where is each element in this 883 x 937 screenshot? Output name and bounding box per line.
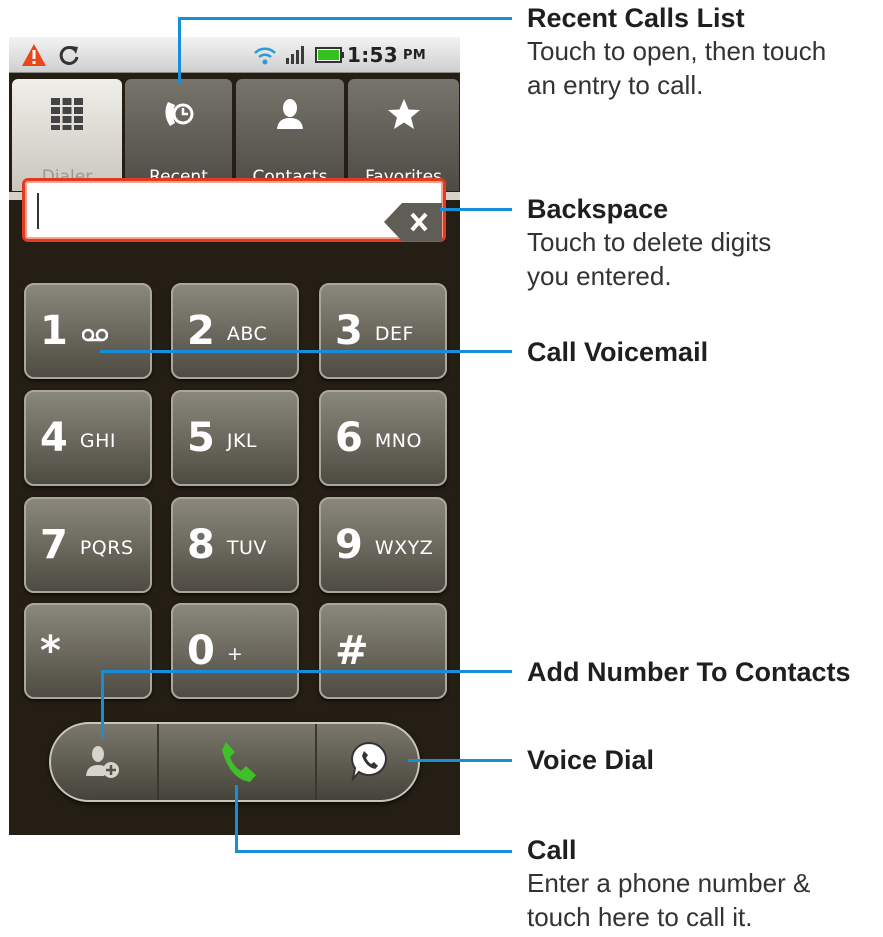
key-letters: GHI (79, 430, 116, 452)
tab-bar: Dialer Recent Contacts Favorites (9, 74, 460, 194)
callout-line-add-horizontal (101, 670, 512, 673)
annotation-title: Backspace (527, 194, 669, 224)
star-icon (348, 95, 459, 133)
key-digit: 7 (40, 522, 68, 568)
wifi-icon (251, 37, 279, 73)
key-digit: * (40, 628, 61, 674)
key-letters: MNO (374, 430, 422, 452)
callout-line-voice-dial (408, 759, 512, 762)
annotation-title: Recent Calls List (527, 3, 745, 33)
annotation-title: Add Number To Contacts (527, 657, 851, 687)
signal-icon (283, 37, 307, 73)
key-digit: 3 (335, 308, 363, 354)
sync-icon (55, 37, 83, 73)
annotation-body-line: touch here to call it. (527, 902, 753, 932)
add-contact-icon (86, 746, 119, 778)
voice-dial-icon (350, 741, 387, 783)
annotation-voice-dial: Voice Dial (527, 744, 654, 776)
key-pound[interactable]: # (319, 603, 447, 699)
annotation-body-line: Touch to open, then touch (527, 36, 827, 66)
annotation-body-line: you entered. (527, 261, 672, 291)
backspace-button[interactable] (382, 201, 444, 243)
backspace-icon (384, 203, 442, 241)
tab-dialer[interactable]: Dialer (12, 79, 122, 191)
status-clock: 1:53 PM (347, 37, 457, 73)
annotation-title: Call Voicemail (527, 337, 709, 367)
key-8[interactable]: 8 TUV (171, 497, 299, 593)
contact-person-icon (236, 95, 344, 133)
key-3[interactable]: 3 DEF (319, 283, 447, 379)
callout-line-backspace (440, 208, 512, 211)
key-0[interactable]: 0 + (171, 603, 299, 699)
key-digit: 8 (187, 522, 215, 568)
callout-line-voicemail (100, 350, 512, 353)
key-2[interactable]: 2 ABC (171, 283, 299, 379)
recent-calls-icon (125, 95, 232, 133)
annotation-body-line: Touch to delete digits (527, 227, 772, 257)
key-1[interactable]: 1 (24, 283, 152, 379)
key-7[interactable]: 7 PQRS (24, 497, 152, 593)
key-star[interactable]: * (24, 603, 152, 699)
tab-recent[interactable]: Recent (125, 79, 232, 191)
annotation-voicemail: Call Voicemail (527, 336, 708, 368)
battery-icon (313, 37, 347, 73)
key-digit: 6 (335, 415, 363, 461)
key-digit: 1 (40, 308, 68, 354)
key-letters: PQRS (79, 537, 134, 559)
key-9[interactable]: 9 WXYZ (319, 497, 447, 593)
key-digit: 5 (187, 415, 215, 461)
key-digit: 0 (187, 628, 215, 674)
clock-time: 1:53 (347, 43, 398, 67)
text-cursor (37, 193, 39, 229)
key-digit: 9 (335, 522, 363, 568)
phone-screen: 1:53 PM Dialer Recent Contacts Favorites… (9, 37, 460, 835)
phone-call-icon (222, 742, 256, 782)
voicemail-icon (81, 326, 109, 346)
clock-ampm: PM (402, 47, 427, 63)
key-letters: + (226, 643, 244, 665)
annotation-body-line: Enter a phone number & (527, 868, 811, 898)
key-digit: 4 (40, 415, 68, 461)
key-6[interactable]: 6 MNO (319, 390, 447, 486)
annotation-title: Voice Dial (527, 745, 655, 775)
annotation-call: Call Enter a phone number & touch here t… (527, 834, 810, 934)
key-letters: ABC (226, 323, 268, 345)
key-5[interactable]: 5 JKL (171, 390, 299, 486)
keypad-icon (12, 95, 122, 133)
key-letters: TUV (226, 537, 267, 559)
tab-favorites[interactable]: Favorites (348, 79, 459, 191)
annotation-recent-calls: Recent Calls List Touch to open, then to… (527, 2, 826, 102)
callout-line-call-vertical (235, 785, 238, 853)
alert-icon[interactable] (17, 37, 51, 73)
callout-line-recent-horizontal (178, 17, 512, 20)
callout-line-recent-vertical (178, 17, 181, 83)
annotation-add-number: Add Number To Contacts (527, 656, 851, 688)
annotation-body-line: an entry to call. (527, 70, 704, 100)
tab-contacts[interactable]: Contacts (236, 79, 344, 191)
annotation-title: Call (527, 835, 577, 865)
callout-line-add-vertical (101, 670, 104, 738)
annotation-backspace: Backspace Touch to delete digits you ent… (527, 193, 771, 293)
voice-dial-button[interactable] (317, 724, 418, 800)
key-4[interactable]: 4 GHI (24, 390, 152, 486)
key-digit: # (335, 628, 369, 674)
key-letters: WXYZ (374, 537, 434, 559)
key-digit: 2 (187, 308, 215, 354)
status-bar: 1:53 PM (9, 37, 460, 73)
key-letters: JKL (226, 430, 257, 452)
key-letters: DEF (374, 323, 414, 345)
callout-line-call-horizontal (235, 850, 512, 853)
